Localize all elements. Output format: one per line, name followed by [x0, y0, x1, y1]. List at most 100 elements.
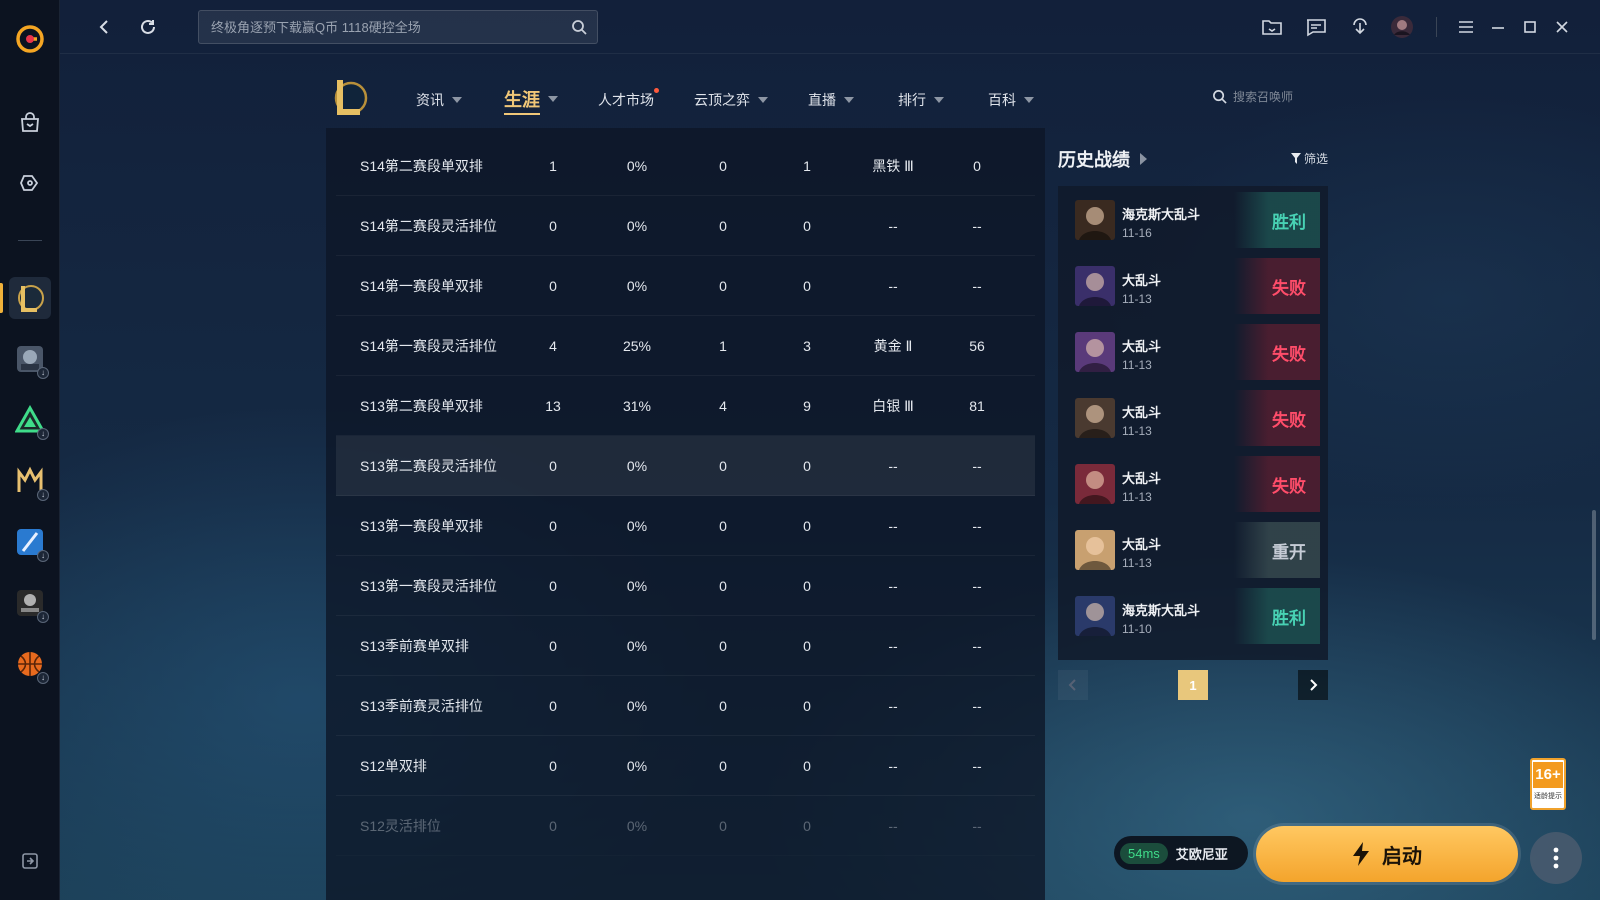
nav-tab-wiki[interactable]: 百科	[988, 90, 1034, 110]
more-options-button[interactable]	[1530, 832, 1582, 884]
nav-tab-talent-market[interactable]: 人才市场	[598, 88, 659, 110]
match-card[interactable]: 大乱斗 11-13 重开	[1062, 520, 1324, 580]
cell-c6: 0	[973, 157, 981, 174]
page-scrollbar[interactable]	[1592, 510, 1596, 640]
cell-c3: 0	[719, 817, 727, 834]
cell-tier: --	[888, 637, 898, 654]
table-row: S13季前赛单双排 0 0% 0 0 -- --	[336, 616, 1035, 676]
match-card[interactable]: 大乱斗 11-13 失败	[1062, 454, 1324, 514]
prev-page-button[interactable]	[1058, 670, 1088, 700]
minimize-icon[interactable]	[1484, 13, 1512, 41]
match-card[interactable]: 海克斯大乱斗 11-16 胜利	[1062, 190, 1324, 250]
nav-tab-tft[interactable]: 云顶之弈	[694, 90, 768, 110]
champion-avatar	[1075, 332, 1115, 372]
cell-c4: 0	[803, 577, 811, 594]
match-date: 11-13	[1122, 424, 1152, 438]
maximize-icon[interactable]	[1516, 13, 1544, 41]
cell-c2: 25%	[622, 337, 652, 354]
game-library-icon[interactable]	[9, 162, 51, 204]
search-icon[interactable]	[571, 19, 587, 38]
current-page-button[interactable]: 1	[1178, 670, 1208, 700]
match-mode: 大乱斗	[1122, 405, 1162, 420]
table-row: S14第二赛段单双排 1 0% 0 1 黑铁 Ⅲ 0	[336, 136, 1035, 196]
search-icon	[1213, 90, 1227, 104]
table-row: S12灵活排位 0 0% 0 0 -- --	[336, 796, 1035, 856]
cell-tier: 黑铁 Ⅲ	[872, 157, 914, 174]
nav-tab-label: 云顶之弈	[694, 92, 750, 108]
global-search-input[interactable]	[211, 19, 561, 35]
summoner-search[interactable]: 搜索召唤师	[1212, 88, 1293, 105]
champion-avatar	[1075, 200, 1115, 240]
table-row[interactable]: S13第二赛段灵活排位 0 0% 0 0 -- --	[336, 436, 1035, 496]
sidebar-game-2[interactable]: ↓	[9, 338, 51, 380]
sidebar-game-6[interactable]: ↓	[9, 582, 51, 624]
match-history-title[interactable]: 历史战绩	[1058, 146, 1147, 172]
download-manager-icon[interactable]	[1346, 13, 1374, 41]
refresh-button[interactable]	[134, 13, 162, 41]
cell-c1: 4	[549, 337, 557, 354]
age-rating-badge: 16+ 适龄提示	[1530, 758, 1566, 810]
match-card[interactable]: 大乱斗 11-13 失败	[1062, 322, 1324, 382]
filter-button[interactable]: 筛选	[1290, 150, 1328, 167]
ping-indicator: 54ms	[1120, 842, 1168, 864]
user-avatar[interactable]	[1388, 13, 1416, 41]
match-mode: 大乱斗	[1122, 273, 1162, 288]
app-logo-icon[interactable]	[9, 18, 51, 60]
lol-logo-icon[interactable]	[330, 76, 368, 125]
cell-tier: --	[888, 697, 898, 714]
cell-c4: 0	[803, 217, 811, 234]
age-rating-caption: 适龄提示	[1534, 793, 1562, 800]
download-badge-icon: ↓	[37, 672, 49, 684]
match-mode: 海克斯大乱斗	[1122, 603, 1201, 618]
menu-icon[interactable]	[1452, 13, 1480, 41]
cell-c4: 9	[803, 397, 811, 414]
download-badge-icon: ↓	[37, 611, 49, 623]
cell-c3: 1	[719, 337, 727, 354]
nav-tab-news[interactable]: 资讯	[416, 90, 462, 110]
cell-c6: --	[972, 697, 982, 714]
server-selector[interactable]: 54ms 艾欧尼亚	[1114, 836, 1248, 870]
match-card[interactable]: 大乱斗 11-13 失败	[1062, 256, 1324, 316]
sidebar-game-3[interactable]: ↓	[9, 399, 51, 441]
match-card[interactable]: 海克斯大乱斗 11-10 胜利	[1062, 586, 1324, 646]
cell-c1: 0	[549, 697, 557, 714]
download-badge-icon: ↓	[37, 367, 49, 379]
global-search-box[interactable]	[198, 10, 598, 44]
match-mode: 大乱斗	[1122, 537, 1162, 552]
cell-tier: --	[888, 817, 898, 834]
collapse-sidebar-icon[interactable]	[9, 840, 51, 882]
message-icon[interactable]	[1302, 13, 1330, 41]
nav-tab-career[interactable]: 生涯	[504, 86, 558, 115]
cell-c6: --	[972, 817, 982, 834]
match-result: 胜利	[1234, 192, 1320, 248]
chevron-right-icon	[1140, 153, 1147, 165]
chevron-down-icon	[452, 97, 462, 103]
nav-tab-live[interactable]: 直播	[808, 90, 854, 110]
cell-c4: 3	[803, 337, 811, 354]
match-result: 胜利	[1234, 588, 1320, 644]
sidebar-game-5[interactable]: ↓	[9, 521, 51, 563]
folder-icon[interactable]	[1258, 13, 1286, 41]
sidebar-game-7[interactable]: ↓	[9, 643, 51, 685]
launch-button[interactable]: 启动	[1256, 826, 1518, 882]
title-bar	[60, 0, 1600, 54]
match-result: 重开	[1234, 522, 1320, 578]
match-mode: 大乱斗	[1122, 339, 1162, 354]
chevron-down-icon	[758, 97, 768, 103]
cell-name: S13季前赛灵活排位	[360, 697, 483, 714]
sidebar-game-4[interactable]: ↓	[9, 460, 51, 502]
match-result: 失败	[1234, 258, 1320, 314]
next-page-button[interactable]	[1298, 670, 1328, 700]
server-region: 艾欧尼亚	[1175, 846, 1228, 862]
cell-c1: 0	[549, 817, 557, 834]
back-button[interactable]	[90, 13, 118, 41]
store-bag-icon[interactable]	[9, 102, 51, 144]
sidebar-game-lol[interactable]	[9, 277, 51, 319]
champion-avatar	[1075, 596, 1115, 636]
match-card[interactable]: 大乱斗 11-13 失败	[1062, 388, 1324, 448]
cell-c6: --	[972, 277, 982, 294]
cell-tier: --	[888, 457, 898, 474]
close-icon[interactable]	[1548, 13, 1576, 41]
nav-tab-rank[interactable]: 排行	[898, 90, 944, 110]
table-row: S13季前赛灵活排位 0 0% 0 0 -- --	[336, 676, 1035, 736]
